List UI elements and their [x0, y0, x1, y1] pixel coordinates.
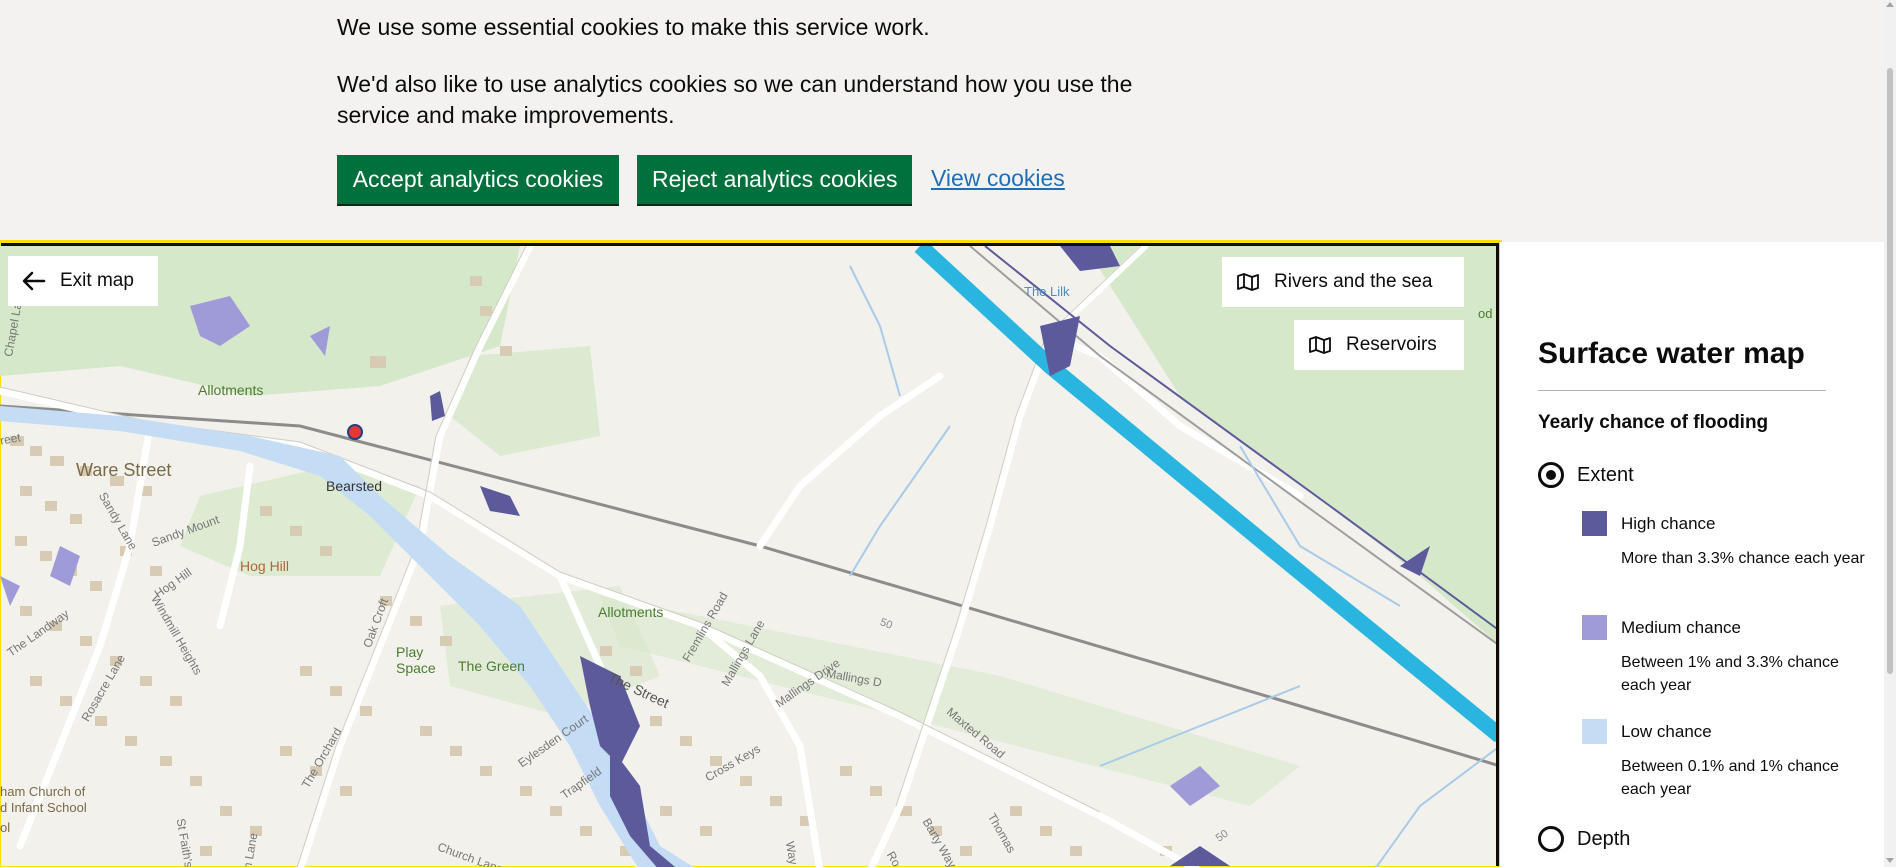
view-cookies-link[interactable]: View cookies — [931, 163, 1065, 194]
map-label-allotments-1: Allotments — [198, 382, 264, 398]
map-label-bearsted: Bearsted — [326, 478, 383, 494]
map-label-ool: ol — [0, 820, 11, 835]
cookie-banner: We use some essential cookies to make th… — [0, 0, 1884, 242]
high-chance-swatch — [1582, 511, 1607, 536]
reject-analytics-cookies-button[interactable]: Reject analytics cookies — [637, 155, 912, 204]
depth-radio-label: Depth — [1577, 827, 1631, 850]
rivers-and-sea-label: Rivers and the sea — [1274, 271, 1433, 292]
map-canvas[interactable] — [0, 246, 1500, 867]
station-marker — [347, 424, 363, 440]
scrollbar-thumb[interactable] — [1887, 68, 1893, 674]
panel-divider — [1538, 390, 1826, 391]
cookie-banner-essential-text: We use some essential cookies to make th… — [337, 14, 930, 40]
map-label-play-space: Play Space — [396, 644, 436, 676]
map-label-od: od — [1478, 306, 1493, 321]
map-icon — [1237, 273, 1259, 291]
key-title: Medium chance — [1621, 618, 1742, 637]
page-scrollbar[interactable] — [1884, 0, 1896, 867]
arrow-left-icon — [22, 271, 46, 291]
low-chance-swatch — [1582, 719, 1607, 744]
map-label-church-of: ham Church of — [0, 784, 86, 799]
key-description: Between 1% and 3.3% chance each year — [1621, 654, 1839, 694]
exit-map-button[interactable]: Exit map — [8, 256, 158, 306]
map-label-the-lilk: The Lilk — [1024, 284, 1070, 299]
map-key-panel: Surface water map Yearly chance of flood… — [1500, 242, 1884, 867]
scroll-down-arrow-icon[interactable] — [1886, 858, 1894, 863]
map-icon — [1309, 336, 1331, 354]
depth-radio[interactable] — [1538, 826, 1564, 852]
key-description: Between 0.1% and 1% chance each year — [1621, 758, 1839, 798]
extent-radio-label: Extent — [1577, 463, 1634, 486]
map-label-infant-school: d Infant School — [0, 800, 87, 815]
panel-subtitle: Yearly chance of flooding — [1538, 412, 1769, 433]
map-label-allotments-2: Allotments — [598, 604, 664, 620]
panel-title: Surface water map — [1538, 337, 1805, 370]
reservoirs-button[interactable]: Reservoirs — [1294, 320, 1464, 370]
flood-map[interactable]: Ware Street Bearsted Allotments Allotmen… — [0, 240, 1502, 867]
accept-analytics-cookies-button[interactable]: Accept analytics cookies — [337, 155, 619, 204]
scroll-up-arrow-icon[interactable] — [1886, 2, 1894, 7]
rivers-and-sea-button[interactable]: Rivers and the sea — [1222, 257, 1464, 307]
reservoirs-label: Reservoirs — [1346, 334, 1437, 355]
extent-radio[interactable] — [1538, 462, 1564, 488]
extent-radio-option[interactable]: Extent — [1538, 462, 1634, 488]
key-description: More than 3.3% chance each year — [1621, 550, 1865, 567]
depth-radio-option[interactable]: Depth — [1538, 826, 1630, 852]
map-label-ware-street: Ware Street — [76, 460, 172, 480]
map-label-the-green: The Green — [458, 658, 525, 674]
key-title: High chance — [1621, 514, 1716, 533]
key-title: Low chance — [1621, 722, 1712, 741]
exit-map-label: Exit map — [60, 270, 134, 291]
map-label-hog-hill: Hog Hill — [240, 558, 290, 574]
cookie-banner-analytics-text: We'd also like to use analytics cookies … — [337, 71, 1133, 128]
medium-chance-swatch — [1582, 615, 1607, 640]
